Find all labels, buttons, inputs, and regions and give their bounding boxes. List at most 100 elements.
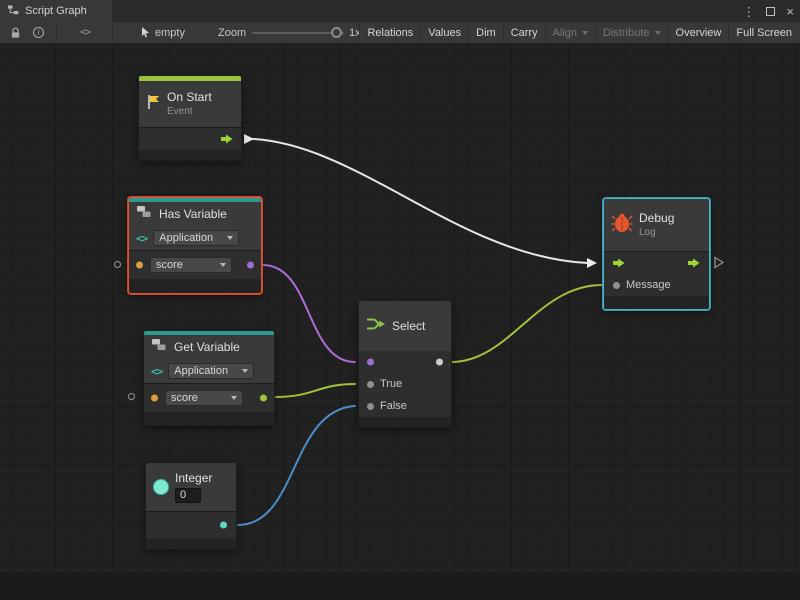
- integer-type-icon: [153, 479, 169, 495]
- flow-output-port[interactable]: [221, 134, 233, 144]
- flow-wire-end-arrow: [587, 258, 597, 268]
- variables-icon: [136, 205, 153, 223]
- scope-icon: <>: [136, 232, 147, 245]
- node-footer: [139, 150, 241, 160]
- full-screen-button[interactable]: Full Screen: [728, 22, 799, 43]
- wire-select-to-debuglog-message[interactable]: [451, 285, 602, 362]
- chevron-down-icon: [582, 31, 588, 35]
- true-port-label: True: [380, 378, 402, 390]
- chevron-down-icon: [655, 31, 661, 35]
- canvas-edge-shade: [0, 572, 800, 600]
- node-title: Select: [392, 319, 425, 333]
- distribute-label: Distribute: [603, 27, 649, 39]
- distribute-dropdown-button[interactable]: Distribute: [595, 22, 667, 43]
- node-on-start[interactable]: On Start Event: [138, 75, 242, 161]
- graph-icon: [7, 5, 19, 18]
- message-input-port[interactable]: [613, 282, 620, 289]
- unconnected-flow-socket[interactable]: [713, 256, 725, 274]
- node-footer: [146, 538, 236, 549]
- tab-title: Script Graph: [25, 5, 87, 17]
- selection-label: empty: [155, 22, 185, 43]
- scope-icon: <>: [151, 365, 162, 378]
- false-input-port[interactable]: [367, 403, 374, 410]
- select-icon: [366, 316, 386, 337]
- toolbar-separator: [112, 25, 113, 40]
- node-footer: [144, 412, 274, 425]
- variable-dropdown[interactable]: score: [165, 390, 243, 406]
- node-has-variable[interactable]: Has Variable <> Application score: [128, 197, 262, 294]
- node-get-variable[interactable]: Get Variable <> Application score: [143, 330, 275, 426]
- carry-button[interactable]: Carry: [503, 22, 545, 43]
- node-title: Get Variable: [174, 340, 240, 354]
- true-input-port[interactable]: [367, 381, 374, 388]
- wire-onstart-to-debuglog[interactable]: [253, 139, 588, 263]
- variable-name-input-port[interactable]: [136, 262, 143, 269]
- node-debug-log[interactable]: Debug Log Message: [603, 198, 710, 310]
- lock-icon[interactable]: [10, 22, 21, 43]
- maximize-icon[interactable]: [766, 7, 775, 16]
- selection-cursor-icon: [141, 22, 151, 43]
- bug-icon: [611, 213, 633, 238]
- node-title: On Start: [167, 90, 212, 104]
- node-footer: [359, 417, 451, 427]
- scope-dropdown[interactable]: Application: [168, 363, 254, 379]
- node-integer[interactable]: Integer 0: [145, 462, 237, 550]
- graph-toolbar: i <> empty Zoom 1x Relations Values Dim …: [0, 22, 800, 44]
- toolbar-button-group: Relations Values Dim Carry Align Distrib…: [359, 22, 799, 43]
- align-dropdown-button[interactable]: Align: [545, 22, 595, 43]
- node-footer: [129, 279, 261, 293]
- flow-wire-start-cap: [244, 134, 254, 144]
- chevron-down-icon: [231, 396, 237, 400]
- zoom-slider-knob[interactable]: [331, 27, 342, 38]
- dim-button[interactable]: Dim: [468, 22, 503, 43]
- node-select[interactable]: Select True False: [358, 300, 452, 428]
- overview-button[interactable]: Overview: [668, 22, 729, 43]
- integer-output-port[interactable]: [220, 522, 227, 529]
- info-icon[interactable]: i: [33, 22, 44, 43]
- window-controls: ⋮ ×: [742, 0, 794, 22]
- flag-icon: [146, 94, 161, 115]
- values-button[interactable]: Values: [420, 22, 468, 43]
- node-footer: [604, 296, 709, 309]
- chevron-down-icon: [227, 236, 233, 240]
- close-icon[interactable]: ×: [786, 5, 794, 18]
- message-port-label: Message: [626, 279, 671, 291]
- chevron-down-icon: [220, 263, 226, 267]
- variable-name-input-port[interactable]: [151, 395, 158, 402]
- align-label: Align: [553, 27, 577, 39]
- relations-button[interactable]: Relations: [359, 22, 420, 43]
- false-port-label: False: [380, 400, 407, 412]
- chevron-down-icon: [242, 369, 248, 373]
- bool-output-port[interactable]: [247, 262, 254, 269]
- node-title: Has Variable: [159, 207, 227, 221]
- value-output-port[interactable]: [260, 395, 267, 402]
- node-subtitle: Log: [639, 227, 674, 239]
- menu-icon[interactable]: ⋮: [742, 5, 755, 18]
- unconnected-input-socket[interactable]: [114, 261, 121, 268]
- tab-script-graph[interactable]: Script Graph: [0, 0, 112, 22]
- wire-getvariable-to-select-true[interactable]: [276, 384, 355, 397]
- variable-value: score: [171, 392, 198, 404]
- variable-value: score: [156, 259, 183, 271]
- variable-dropdown[interactable]: score: [150, 257, 232, 273]
- zoom-label: Zoom: [218, 22, 246, 43]
- titlebar: Script Graph ⋮ ×: [0, 0, 800, 22]
- wire-hasvariable-to-select-condition[interactable]: [263, 265, 355, 362]
- scope-dropdown[interactable]: Application: [153, 230, 239, 246]
- condition-input-port[interactable]: [367, 359, 374, 366]
- graph-canvas[interactable]: On Start Event: [0, 44, 800, 600]
- scope-value: Application: [159, 232, 213, 244]
- node-title: Integer: [175, 471, 212, 485]
- toolbar-separator: [56, 25, 57, 40]
- variables-icon: [151, 338, 168, 356]
- scope-value: Application: [174, 365, 228, 377]
- node-title: Debug: [639, 211, 674, 225]
- flow-input-port[interactable]: [613, 258, 625, 268]
- flow-output-port[interactable]: [688, 258, 700, 268]
- unity-editor-window: Script Graph ⋮ × i <> empty Zoom: [0, 0, 800, 600]
- code-view-icon[interactable]: <>: [80, 22, 90, 43]
- unconnected-input-socket[interactable]: [128, 393, 135, 400]
- integer-value-input[interactable]: 0: [175, 488, 201, 503]
- node-subtitle: Event: [167, 106, 212, 118]
- result-output-port[interactable]: [436, 359, 443, 366]
